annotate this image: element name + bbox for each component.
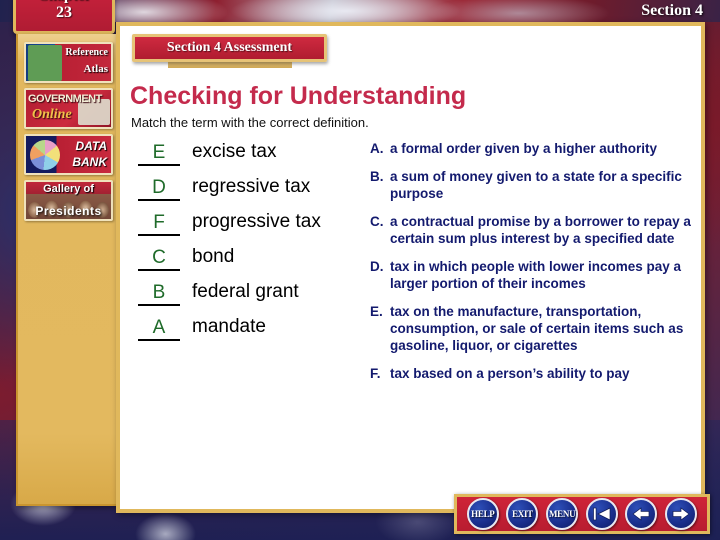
- definition-row: D. tax in which people with lower income…: [370, 258, 700, 292]
- answer-blank-5[interactable]: B: [138, 282, 180, 306]
- definition-text-f: tax based on a person’s ability to pay: [390, 366, 630, 381]
- definitions-column: A. a formal order given by a higher auth…: [370, 140, 700, 393]
- definition-row: C. a contractual promise by a borrower t…: [370, 213, 700, 247]
- term-row: C bond: [138, 245, 386, 271]
- definition-row: B. a sum of money given to a state for a…: [370, 168, 700, 202]
- answer-blank-6[interactable]: A: [138, 317, 180, 341]
- chapter-number: 23: [56, 4, 72, 21]
- definition-row: A. a formal order given by a higher auth…: [370, 140, 700, 157]
- definition-text-c: a contractual promise by a borrower to r…: [390, 214, 691, 246]
- exit-button[interactable]: EXIT: [506, 498, 539, 530]
- assessment-banner-label: Section 4 Assessment: [166, 40, 293, 55]
- answer-blank-4[interactable]: C: [138, 247, 180, 271]
- term-row: E excise tax: [138, 140, 386, 166]
- definition-letter-e: E.: [370, 304, 383, 319]
- previous-slide-button[interactable]: [625, 498, 658, 530]
- sidebar: Reference Atlas GOVERNMENT Online DATA B…: [16, 34, 119, 506]
- sidebar-item-data-bank[interactable]: DATA BANK: [24, 134, 113, 175]
- sidebar-item-gallery-of-presidents[interactable]: Gallery of Presidents: [24, 180, 113, 221]
- section-label: Section 4: [641, 2, 703, 19]
- definition-row: E. tax on the manufacture, transportatio…: [370, 303, 700, 354]
- data-bank-line1: DATA: [75, 139, 107, 153]
- data-bank-line2: BANK: [72, 155, 107, 169]
- navigation-bar: HELP EXIT MENU: [454, 494, 710, 534]
- definition-letter-c: C.: [370, 214, 384, 229]
- reference-atlas-line1: Reference: [65, 47, 108, 58]
- pie-chart-icon: [30, 140, 60, 170]
- page-subtitle: Match the term with the correct definiti…: [131, 115, 369, 130]
- first-slide-button[interactable]: [585, 498, 618, 530]
- help-button-label: HELP: [471, 509, 495, 519]
- reference-atlas-line2: Atlas: [83, 63, 108, 75]
- sidebar-item-reference-atlas[interactable]: Reference Atlas: [24, 42, 113, 83]
- first-arrow-icon: [592, 506, 612, 522]
- assessment-banner: Section 4 Assessment: [132, 34, 327, 62]
- term-label-4: bond: [192, 246, 235, 267]
- globe-icon: [28, 45, 62, 81]
- gallery-line2: Presidents: [35, 204, 102, 218]
- definition-text-d: tax in which people with lower incomes p…: [390, 259, 682, 291]
- definition-letter-d: D.: [370, 259, 384, 274]
- page-title: Checking for Understanding: [130, 82, 467, 110]
- government-online-line1: GOVERNMENT: [28, 93, 102, 105]
- exit-button-label: EXIT: [512, 509, 533, 519]
- definition-row: F. tax based on a person’s ability to pa…: [370, 365, 700, 382]
- term-label-2: regressive tax: [192, 176, 311, 197]
- menu-button[interactable]: MENU: [546, 498, 579, 530]
- term-row: F progressive tax: [138, 210, 386, 236]
- menu-button-label: MENU: [548, 509, 576, 519]
- sidebar-item-government-online[interactable]: GOVERNMENT Online: [24, 88, 113, 129]
- chapter-plaque: Chapter 23: [13, 0, 115, 34]
- next-slide-button[interactable]: [665, 498, 698, 530]
- term-label-1: excise tax: [192, 141, 277, 162]
- definition-letter-f: F.: [370, 366, 381, 381]
- answer-blank-1[interactable]: E: [138, 142, 180, 166]
- term-label-6: mandate: [192, 316, 266, 337]
- term-label-3: progressive tax: [192, 211, 321, 232]
- terms-column: E excise tax D regressive tax F progress…: [138, 140, 386, 350]
- term-row: A mandate: [138, 315, 386, 341]
- definition-letter-b: B.: [370, 169, 384, 184]
- gallery-line1: Gallery of: [43, 183, 94, 195]
- definition-text-b: a sum of money given to a state for a sp…: [390, 169, 682, 201]
- banner-tab-decoration: [168, 62, 292, 68]
- content-panel: Section 4 Assessment Checking for Unders…: [116, 22, 705, 513]
- definition-text-e: tax on the manufacture, transportation, …: [390, 304, 684, 353]
- definition-letter-a: A.: [370, 141, 384, 156]
- government-online-line2: Online: [32, 107, 72, 122]
- definition-text-a: a formal order given by a higher authori…: [390, 141, 658, 156]
- term-label-5: federal grant: [192, 281, 299, 302]
- term-row: D regressive tax: [138, 175, 386, 201]
- help-button[interactable]: HELP: [466, 498, 499, 530]
- right-arrow-icon: [671, 506, 691, 522]
- left-arrow-icon: [631, 506, 651, 522]
- answer-blank-2[interactable]: D: [138, 177, 180, 201]
- term-row: B federal grant: [138, 280, 386, 306]
- answer-blank-3[interactable]: F: [138, 212, 180, 236]
